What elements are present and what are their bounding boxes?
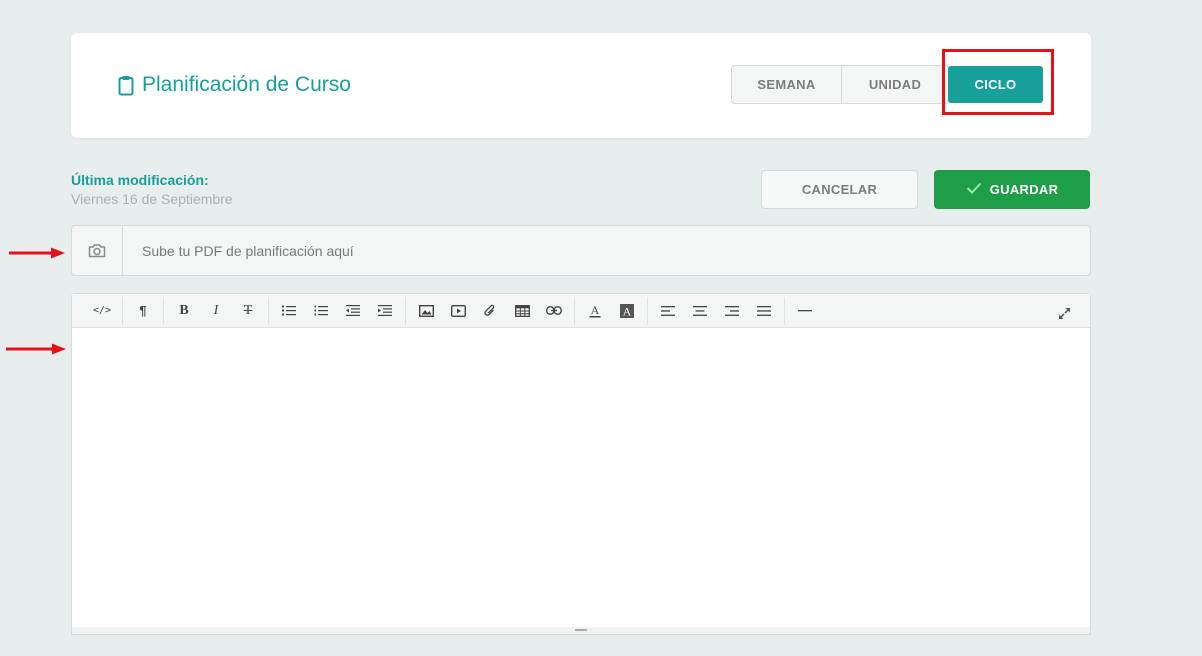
strikethrough-icon[interactable]: T (232, 296, 264, 326)
italic-icon[interactable]: I (200, 296, 232, 326)
annotation-arrow-editor (6, 342, 66, 360)
pdf-upload-field[interactable]: Sube tu PDF de planificación aquí (71, 225, 1091, 276)
unordered-list-icon[interactable] (273, 296, 305, 326)
svg-text:A: A (623, 304, 632, 318)
link-icon[interactable] (538, 296, 570, 326)
page-title: Planificación de Curso (118, 73, 351, 97)
code-view-icon[interactable]: </> (86, 296, 118, 326)
camera-icon[interactable] (72, 226, 123, 275)
align-left-icon[interactable] (652, 296, 684, 326)
annotation-highlight-box (942, 49, 1054, 115)
editor-resize-bar[interactable] (72, 627, 1090, 634)
view-tabs: SEMANA UNIDAD (731, 65, 949, 104)
indent-icon[interactable] (369, 296, 401, 326)
save-button[interactable]: GUARDAR (934, 170, 1090, 209)
video-icon[interactable] (442, 296, 474, 326)
horizontal-rule-icon[interactable] (789, 296, 821, 326)
resize-grip-icon (575, 629, 587, 631)
paragraph-icon[interactable]: ¶ (127, 296, 159, 326)
cancel-button[interactable]: CANCELAR (761, 170, 918, 209)
header-card: Planificación de Curso SEMANA UNIDAD (71, 33, 1091, 138)
background-color-icon[interactable]: A (611, 296, 643, 326)
checkmark-icon (966, 182, 982, 197)
fullscreen-icon[interactable] (1048, 298, 1080, 328)
svg-text:A: A (591, 304, 600, 317)
bold-icon[interactable]: B (168, 296, 200, 326)
editor-toolbar: </> ¶ B I T A A (72, 294, 1090, 328)
tab-semana[interactable]: SEMANA (732, 66, 842, 103)
ordered-list-icon[interactable] (305, 296, 337, 326)
last-modified-date: Viernes 16 de Septiembre (71, 191, 233, 207)
last-modified-label: Última modificación: (71, 172, 209, 188)
tab-unidad[interactable]: UNIDAD (842, 66, 948, 103)
text-color-icon[interactable]: A (579, 296, 611, 326)
align-justify-icon[interactable] (748, 296, 780, 326)
upload-placeholder: Sube tu PDF de planificación aquí (142, 242, 354, 259)
annotation-arrow-upload (9, 246, 65, 264)
clipboard-icon (118, 75, 134, 96)
save-button-label: GUARDAR (989, 182, 1059, 197)
outdent-icon[interactable] (337, 296, 369, 326)
editor-content-area[interactable] (72, 328, 1090, 628)
align-right-icon[interactable] (716, 296, 748, 326)
align-center-icon[interactable] (684, 296, 716, 326)
page-title-text: Planificación de Curso (142, 73, 351, 96)
image-icon[interactable] (410, 296, 442, 326)
attachment-icon[interactable] (474, 296, 506, 326)
rich-text-editor: </> ¶ B I T A A (71, 293, 1091, 635)
table-icon[interactable] (506, 296, 538, 326)
